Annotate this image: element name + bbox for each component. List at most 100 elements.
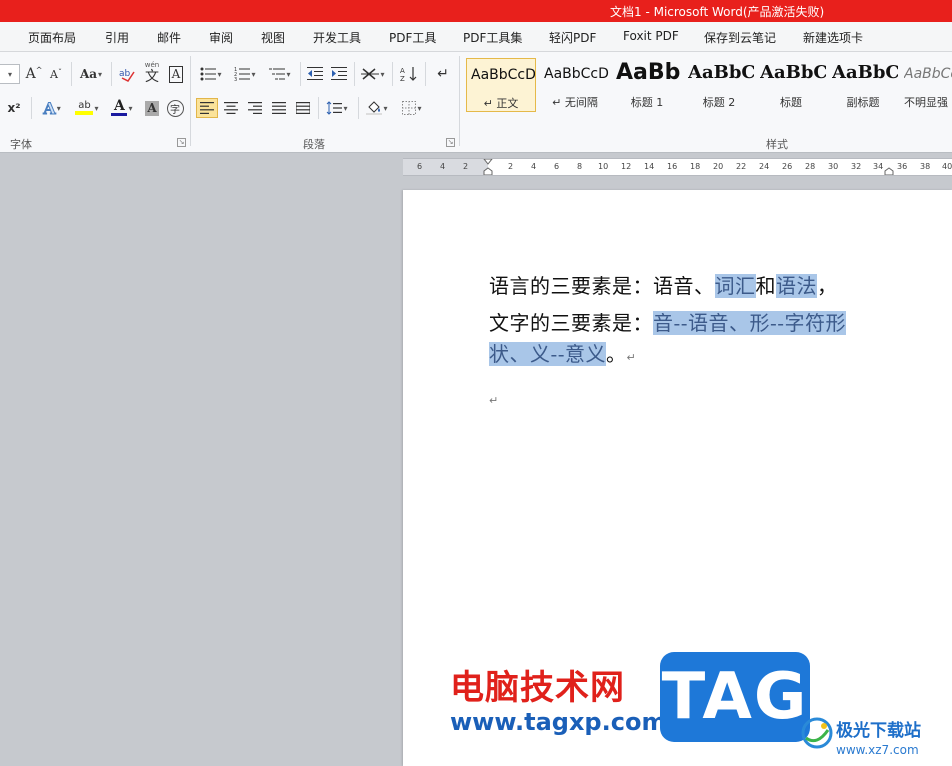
ruler-number: 4 <box>440 162 446 171</box>
distributed-icon <box>296 102 310 114</box>
character-border-icon: A <box>168 65 184 83</box>
line-spacing-button[interactable]: ▾ <box>322 98 352 118</box>
borders-icon <box>402 101 417 115</box>
style-name: 标题 <box>780 96 802 109</box>
style-sample: AaBbCc <box>904 66 952 82</box>
grow-font-button[interactable]: A^ <box>24 64 44 84</box>
style-name: 副标题 <box>846 96 880 109</box>
chinese-layout-button[interactable]: ▾ <box>358 64 388 84</box>
selected-text: 词汇 <box>714 274 756 298</box>
paragraph-dialog-launcher-icon[interactable]: ↘ <box>446 138 455 147</box>
ruler-number: 34 <box>873 162 884 171</box>
style-subtitle[interactable]: AaBbC 副标题 <box>828 58 898 112</box>
style-sample: AaBbC <box>688 62 754 83</box>
numbering-button[interactable]: 1 2 3 ▾ <box>230 64 260 84</box>
align-right-button[interactable] <box>244 98 266 118</box>
character-shading-icon: A <box>145 100 159 116</box>
enclose-characters-button[interactable]: 字 <box>164 98 186 118</box>
shading-button[interactable]: ▾ <box>362 98 392 118</box>
divider <box>111 62 112 86</box>
divider <box>425 62 426 86</box>
watermark-tag-logo: TAG <box>660 652 810 742</box>
document-line[interactable]: 状、义--意义。↵ <box>489 338 636 367</box>
selected-text: 音--语音、形--字符形 <box>653 311 847 335</box>
sort-icon: AZ <box>400 67 417 82</box>
divider <box>31 97 32 119</box>
numbering-icon: 123 <box>234 67 251 81</box>
ruler-number: 6 <box>554 162 560 171</box>
tab-references[interactable]: 引用 <box>105 29 129 46</box>
text-effects-button[interactable]: A ▾ <box>38 98 66 118</box>
align-left-button[interactable] <box>196 98 218 118</box>
style-subtle-emphasis[interactable]: AaBbCc 不明显强 <box>900 58 952 112</box>
character-shading-button[interactable]: A <box>142 98 162 118</box>
selected-text: 状、义--意义 <box>489 342 607 366</box>
ruler-number: 22 <box>736 162 747 171</box>
style-normal[interactable]: AaBbCcD ↵ 正文 <box>466 58 536 112</box>
font-dialog-launcher-icon[interactable]: ↘ <box>177 138 186 147</box>
bullets-button[interactable]: ▾ <box>196 64 226 84</box>
tab-foxit-pdf[interactable]: Foxit PDF <box>623 29 679 43</box>
ruler-number: 20 <box>713 162 724 171</box>
right-indent-marker-icon[interactable] <box>884 159 894 175</box>
grow-font-icon: A^ <box>25 66 43 82</box>
watermark-url: www.tagxp.com <box>450 708 667 736</box>
shrink-font-icon: Aˇ <box>50 67 62 81</box>
style-heading-1[interactable]: AaBb 标题 1 <box>612 58 682 112</box>
sort-button[interactable]: AZ <box>397 64 421 84</box>
divider <box>354 62 355 86</box>
tab-save-cloud-note[interactable]: 保存到云笔记 <box>704 29 776 46</box>
ribbon-tabs: 页面布局 引用 邮件 审阅 视图 开发工具 PDF工具 PDF工具集 轻闪PDF… <box>0 22 952 52</box>
selected-text: 语法 <box>776 274 817 298</box>
ruler-number: 8 <box>577 162 583 171</box>
ruler-margin <box>403 159 488 175</box>
tab-pdf-toolset[interactable]: PDF工具集 <box>463 29 522 46</box>
show-hide-marks-button[interactable]: ↵ <box>432 64 454 84</box>
tab-review[interactable]: 审阅 <box>209 29 233 46</box>
style-title[interactable]: AaBbC 标题 <box>756 58 826 112</box>
multilevel-list-button[interactable]: ▾ <box>264 64 296 84</box>
tab-qingshan-pdf[interactable]: 轻闪PDF <box>549 29 596 46</box>
tab-pdf-tools[interactable]: PDF工具 <box>389 29 436 46</box>
tab-page-layout[interactable]: 页面布局 <box>28 29 76 46</box>
tab-new-tab[interactable]: 新建选项卡 <box>803 29 863 46</box>
highlight-color-button[interactable]: ab ▾ <box>70 98 104 118</box>
chinese-layout-icon <box>361 68 380 80</box>
bullets-icon <box>200 67 217 81</box>
align-center-button[interactable] <box>220 98 242 118</box>
borders-button[interactable]: ▾ <box>396 98 428 118</box>
shrink-font-button[interactable]: Aˇ <box>46 64 66 84</box>
divider <box>71 62 72 86</box>
text-effects-icon: A <box>43 98 56 118</box>
style-heading-2[interactable]: AaBbC 标题 2 <box>684 58 754 112</box>
styles-group-label: 样式 <box>766 138 788 151</box>
paragraph-mark-icon: ↵ <box>489 394 499 407</box>
indent-marker-icon[interactable] <box>483 159 493 175</box>
change-case-button[interactable]: Aa ▾ <box>76 64 106 84</box>
document-line-empty[interactable]: ↵ <box>489 385 499 409</box>
highlight-icon: ab <box>75 101 94 115</box>
line-spacing-icon <box>327 101 343 115</box>
font-size-dropdown[interactable]: ▾ <box>0 64 20 84</box>
clear-formatting-button[interactable]: ab <box>116 64 138 84</box>
decrease-indent-button[interactable] <box>304 64 326 84</box>
font-color-button[interactable]: A ▾ <box>106 98 138 118</box>
tab-view[interactable]: 视图 <box>261 29 285 46</box>
paragraph-mark-icon: ↵ <box>437 66 449 82</box>
style-no-spacing[interactable]: AaBbCcD ↵ 无间隔 <box>540 58 610 112</box>
document-line[interactable]: 语言的三要素是：语音、词汇和语法， <box>489 270 838 299</box>
phonetic-guide-button[interactable]: wén 文 <box>140 60 164 86</box>
tab-mailings[interactable]: 邮件 <box>157 29 181 46</box>
character-border-button[interactable]: A <box>166 64 186 84</box>
increase-indent-icon <box>331 67 347 80</box>
tab-developer[interactable]: 开发工具 <box>313 29 361 46</box>
document-line[interactable]: 文字的三要素是：音--语音、形--字符形 <box>489 307 847 336</box>
distributed-button[interactable] <box>292 98 314 118</box>
style-name: ↵ 无间隔 <box>552 96 598 109</box>
ruler-number: 30 <box>828 162 839 171</box>
document-text: 语言的三要素是：语音、 <box>489 274 715 298</box>
justify-button[interactable] <box>268 98 290 118</box>
horizontal-ruler[interactable]: 6 4 2 2 4 6 8 10 12 14 16 18 20 22 24 26… <box>403 158 952 176</box>
increase-indent-button[interactable] <box>328 64 350 84</box>
superscript-button[interactable]: x² <box>4 98 24 118</box>
